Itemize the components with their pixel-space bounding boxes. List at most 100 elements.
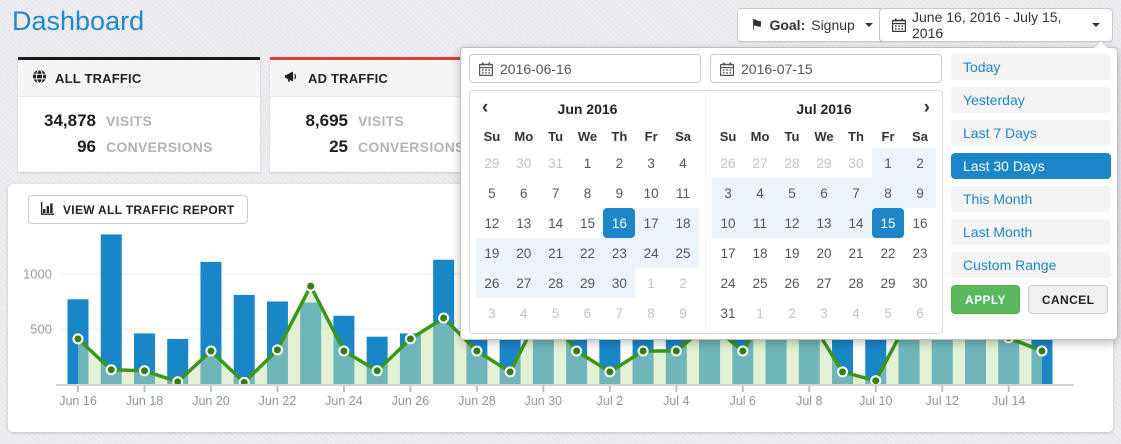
day-cell[interactable]: 15 [872,208,904,238]
day-cell[interactable]: 30 [508,148,540,178]
day-cell[interactable]: 3 [635,148,667,178]
day-cell[interactable]: 29 [808,148,840,178]
day-cell[interactable]: 2 [776,298,808,328]
day-cell[interactable]: 31 [540,148,572,178]
goal-dropdown-button[interactable]: ⚑ Goal: Signup [737,8,886,42]
day-cell[interactable]: 25 [667,238,699,268]
day-cell[interactable]: 5 [540,298,572,328]
day-cell[interactable]: 27 [508,268,540,298]
day-cell[interactable]: 24 [635,238,667,268]
day-cell[interactable]: 1 [872,148,904,178]
day-cell[interactable]: 26 [712,148,744,178]
day-cell[interactable]: 22 [872,238,904,268]
range-item-yesterday[interactable]: Yesterday [951,87,1111,113]
day-cell[interactable]: 28 [540,268,572,298]
day-cell[interactable]: 23 [904,238,936,268]
day-cell[interactable]: 9 [904,178,936,208]
day-cell[interactable]: 11 [744,208,776,238]
day-cell[interactable]: 3 [808,298,840,328]
day-cell[interactable]: 16 [904,208,936,238]
day-cell[interactable]: 21 [540,238,572,268]
day-cell[interactable]: 5 [476,178,508,208]
next-month-icon[interactable]: › [918,96,936,122]
day-cell[interactable]: 29 [476,148,508,178]
day-cell[interactable]: 12 [776,208,808,238]
day-cell[interactable]: 7 [840,178,872,208]
day-cell[interactable]: 2 [603,148,635,178]
day-cell[interactable]: 26 [476,268,508,298]
range-item-last-7-days[interactable]: Last 7 Days [951,120,1111,146]
day-cell[interactable]: 26 [776,268,808,298]
day-cell[interactable]: 30 [904,268,936,298]
day-cell[interactable]: 28 [840,268,872,298]
day-cell[interactable]: 10 [712,208,744,238]
day-cell[interactable]: 9 [603,178,635,208]
day-cell[interactable]: 9 [667,298,699,328]
day-cell[interactable]: 30 [603,268,635,298]
day-cell[interactable]: 4 [840,298,872,328]
day-cell[interactable]: 19 [476,238,508,268]
day-cell[interactable]: 8 [572,178,604,208]
day-cell[interactable]: 24 [712,268,744,298]
day-cell[interactable]: 28 [776,148,808,178]
day-cell[interactable]: 1 [572,148,604,178]
day-cell[interactable]: 10 [635,178,667,208]
day-cell[interactable]: 11 [667,178,699,208]
day-cell[interactable]: 6 [808,178,840,208]
day-cell[interactable]: 2 [904,148,936,178]
day-cell[interactable]: 2 [667,268,699,298]
day-cell[interactable]: 17 [635,208,667,238]
range-item-last-30-days[interactable]: Last 30 Days [951,153,1111,179]
day-cell[interactable]: 8 [635,298,667,328]
day-cell[interactable]: 5 [776,178,808,208]
day-cell[interactable]: 6 [572,298,604,328]
day-cell[interactable]: 13 [808,208,840,238]
day-cell[interactable]: 13 [508,208,540,238]
day-cell[interactable]: 30 [840,148,872,178]
start-date-input[interactable] [500,61,691,77]
day-cell[interactable]: 14 [840,208,872,238]
day-cell[interactable]: 20 [808,238,840,268]
day-cell[interactable]: 18 [744,238,776,268]
day-cell[interactable]: 15 [572,208,604,238]
day-cell[interactable]: 7 [603,298,635,328]
day-cell[interactable]: 7 [540,178,572,208]
day-cell[interactable]: 27 [808,268,840,298]
day-cell[interactable]: 25 [744,268,776,298]
day-cell[interactable]: 29 [872,268,904,298]
end-date-input[interactable] [741,61,932,77]
day-cell[interactable]: 8 [872,178,904,208]
day-cell[interactable]: 3 [712,178,744,208]
day-cell[interactable]: 4 [744,178,776,208]
day-cell[interactable]: 1 [744,298,776,328]
day-cell[interactable]: 22 [572,238,604,268]
day-cell[interactable]: 19 [776,238,808,268]
day-cell[interactable]: 4 [667,148,699,178]
range-item-this-month[interactable]: This Month [951,186,1111,212]
range-item-today[interactable]: Today [951,54,1111,80]
prev-month-icon[interactable]: ‹ [476,96,494,122]
day-cell[interactable]: 20 [508,238,540,268]
apply-button[interactable]: APPLY [951,285,1020,314]
range-item-custom-range[interactable]: Custom Range [951,252,1111,278]
day-cell[interactable]: 12 [476,208,508,238]
range-item-last-month[interactable]: Last Month [951,219,1111,245]
view-all-traffic-report-button[interactable]: VIEW ALL TRAFFIC REPORT [28,195,248,224]
day-cell[interactable]: 27 [744,148,776,178]
day-cell[interactable]: 14 [540,208,572,238]
day-cell[interactable]: 23 [603,238,635,268]
day-cell[interactable]: 1 [635,268,667,298]
day-cell[interactable]: 17 [712,238,744,268]
day-cell[interactable]: 3 [476,298,508,328]
day-cell[interactable]: 6 [508,178,540,208]
day-cell[interactable]: 4 [508,298,540,328]
cancel-button[interactable]: CANCEL [1028,285,1108,314]
day-cell[interactable]: 16 [603,208,635,238]
day-cell[interactable]: 5 [872,298,904,328]
day-cell[interactable]: 18 [667,208,699,238]
day-cell[interactable]: 29 [572,268,604,298]
day-cell[interactable]: 21 [840,238,872,268]
date-range-dropdown-button[interactable]: June 16, 2016 - July 15, 2016 [879,8,1113,42]
day-cell[interactable]: 31 [712,298,744,328]
day-cell[interactable]: 6 [904,298,936,328]
